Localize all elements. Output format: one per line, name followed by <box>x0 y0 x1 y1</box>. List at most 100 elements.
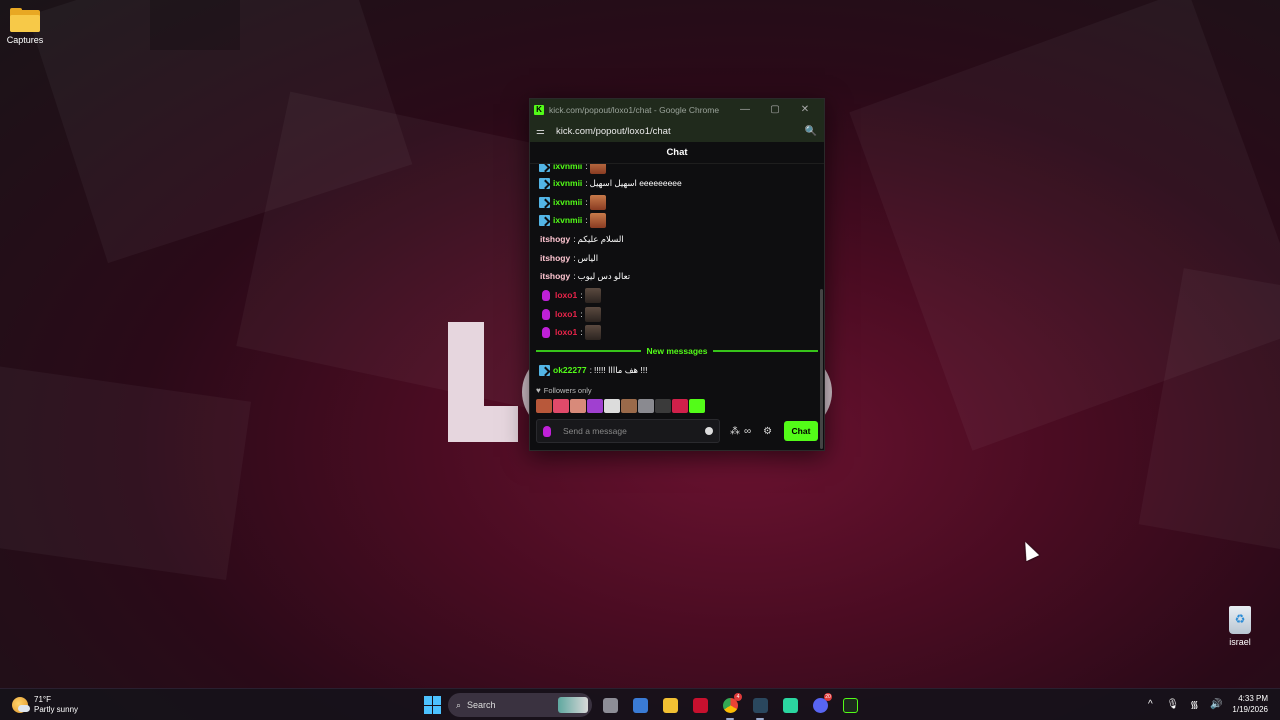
kicks-icon: ⁂ <box>730 425 740 437</box>
taskbar-app-steam[interactable] <box>748 693 772 720</box>
emote <box>589 212 606 228</box>
username[interactable]: itshogy <box>540 253 570 263</box>
username[interactable]: ok22277 <box>553 365 587 375</box>
emote <box>584 306 601 322</box>
desktop-icon-recycle-bin[interactable]: israel <box>1210 606 1270 647</box>
clock[interactable]: 4:33 PM 1/19/2026 <box>1232 693 1268 715</box>
username[interactable]: ixvnmii <box>553 178 582 188</box>
username[interactable]: ixvnmii <box>553 215 582 225</box>
message-text: تعالو دس ليوب <box>577 270 631 281</box>
window-titlebar[interactable]: K kick.com/popout/loxo1/chat - Google Ch… <box>530 99 824 120</box>
task-view-icon <box>602 697 618 713</box>
username[interactable]: loxo1 <box>555 327 577 337</box>
partly-sunny-icon <box>12 697 30 713</box>
message-text: !!!!! هف ماااا !!! <box>593 364 648 375</box>
taskbar-apps: ⌕ Search 4 20 <box>424 693 862 720</box>
close-button[interactable]: ✕ <box>790 104 820 115</box>
bg-shape <box>0 359 252 581</box>
taskbar-app-terminal[interactable] <box>838 693 862 717</box>
search-highlight-icon <box>558 697 588 713</box>
quick-emote[interactable] <box>621 399 637 413</box>
quick-emote[interactable] <box>553 399 569 413</box>
heart-icon: ♥ <box>536 386 541 395</box>
site-info-icon[interactable]: ⚌ <box>536 126 550 137</box>
emote <box>589 164 606 174</box>
maximize-button[interactable]: ▢ <box>760 104 790 115</box>
chat-message: ok22277: !!!!! هف ماااا !!! <box>539 362 647 378</box>
chat-message: ixvnmii: <box>539 164 606 174</box>
steam-icon <box>752 697 768 713</box>
message-text: اسهيل اسهيل eeeeeeeee <box>589 177 682 188</box>
chat-message: ixvnmii: <box>539 194 606 210</box>
taskbar-search[interactable]: ⌕ Search <box>448 693 592 717</box>
chat-input-box[interactable] <box>536 419 720 443</box>
recycle-bin-icon <box>1229 606 1251 634</box>
chat-message: itshogy: الياس <box>540 252 599 264</box>
quick-emote[interactable] <box>638 399 654 413</box>
quick-emote[interactable] <box>689 399 705 413</box>
chat-message: loxo1: <box>539 287 601 303</box>
emoji-picker-icon[interactable] <box>705 427 713 435</box>
taskbar-app-file-manager[interactable] <box>598 693 622 717</box>
username[interactable]: ixvnmii <box>553 164 582 171</box>
quick-emote[interactable] <box>655 399 671 413</box>
username[interactable]: ixvnmii <box>553 197 582 207</box>
chat-input-row: ⁂ ∞ ⚙ Chat <box>536 419 818 443</box>
quick-emote[interactable] <box>672 399 688 413</box>
taskbar-app-chrome[interactable]: 4 <box>718 693 742 720</box>
notification-badge: 4 <box>734 693 742 701</box>
settings-icon[interactable]: ⚙ <box>763 426 772 437</box>
infinity-icon: ∞ <box>744 425 752 437</box>
wifi-icon[interactable]: ᯾ <box>1188 697 1200 711</box>
mic-badge-icon <box>542 289 550 301</box>
mouse-cursor-icon <box>1018 538 1040 562</box>
window-title: kick.com/popout/loxo1/chat - Google Chro… <box>549 104 720 115</box>
taskbar-app-file-explorer[interactable] <box>658 693 682 717</box>
microphone-icon[interactable]: 🎙 <box>1166 699 1179 710</box>
wallpaper-logo-letter <box>448 322 518 442</box>
username[interactable]: loxo1 <box>555 309 577 319</box>
bot-badge-icon <box>539 196 550 208</box>
quick-emote-bar <box>536 399 705 413</box>
taskbar-app-amd[interactable] <box>688 693 712 717</box>
chat-header: Chat <box>530 142 824 164</box>
minimize-button[interactable]: — <box>730 104 760 115</box>
quick-emote[interactable] <box>587 399 603 413</box>
chat-message-list[interactable]: ixvnmii: ixvnmii: اسهيل اسهيل eeeeeeeee … <box>530 164 824 384</box>
desktop-icon-label: israel <box>1229 637 1251 647</box>
username[interactable]: loxo1 <box>555 290 577 300</box>
chat-message: ixvnmii: اسهيل اسهيل eeeeeeeee <box>539 175 682 191</box>
chat-scrollbar[interactable] <box>820 289 823 449</box>
new-messages-divider[interactable]: New messages <box>536 344 819 358</box>
chevron-up-icon[interactable]: ^ <box>1144 699 1156 710</box>
shield-icon <box>632 697 648 713</box>
username[interactable]: itshogy <box>540 234 570 244</box>
send-chat-button[interactable]: Chat <box>784 421 818 441</box>
new-messages-label: New messages <box>646 346 708 356</box>
url-text[interactable]: kick.com/popout/loxo1/chat <box>550 126 804 137</box>
quick-emote[interactable] <box>604 399 620 413</box>
quick-emote[interactable] <box>536 399 552 413</box>
volume-icon[interactable]: 🔊 <box>1210 699 1222 710</box>
taskbar-app-discord[interactable]: 20 <box>808 693 832 717</box>
start-button[interactable] <box>424 696 442 714</box>
mic-badge-icon <box>542 308 550 320</box>
weather-widget[interactable]: 71°F Partly sunny <box>12 695 78 715</box>
quick-emote[interactable] <box>570 399 586 413</box>
weather-temp: 71°F <box>34 695 51 704</box>
kicks-button[interactable]: ⁂ ∞ <box>730 426 751 437</box>
search-icon: ⌕ <box>456 699 462 710</box>
desktop-icon-captures[interactable]: Captures <box>0 8 55 45</box>
mic-icon <box>543 425 551 437</box>
zoom-icon[interactable]: 🔍 <box>804 126 818 137</box>
emote <box>584 324 601 340</box>
taskbar-app-game[interactable] <box>778 693 802 717</box>
bot-badge-icon <box>539 164 550 172</box>
bot-badge-icon <box>539 214 550 226</box>
mic-badge-icon <box>542 326 550 338</box>
chat-input[interactable] <box>563 426 705 436</box>
address-bar: ⚌ kick.com/popout/loxo1/chat 🔍 <box>530 120 824 142</box>
username[interactable]: itshogy <box>540 271 570 281</box>
followers-only-notice: ♥ Followers only <box>536 386 592 395</box>
taskbar-app-shield[interactable] <box>628 693 652 717</box>
